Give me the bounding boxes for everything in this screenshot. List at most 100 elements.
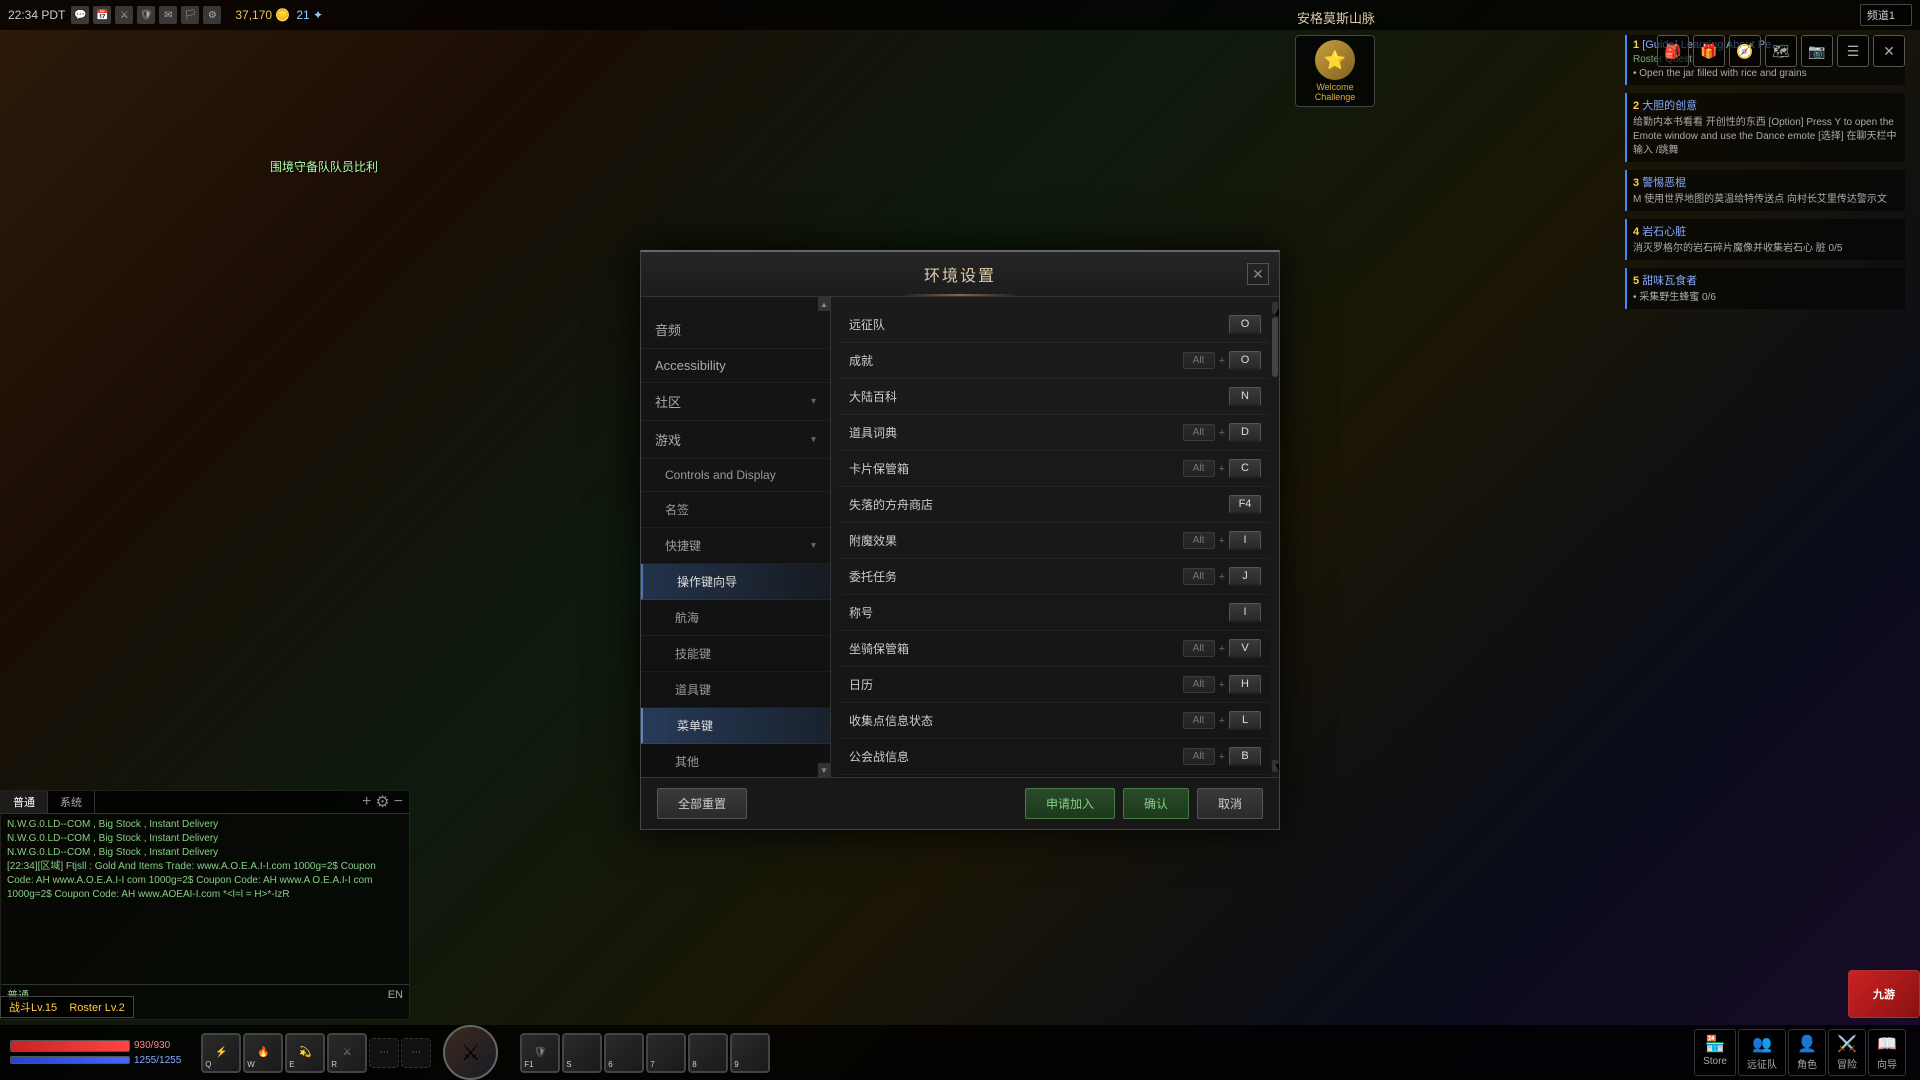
nav-action-guide-label: 操作键向导 bbox=[677, 573, 737, 590]
keybind-collectible: 收集点信息状态 Alt + L bbox=[841, 703, 1269, 739]
nav-skills[interactable]: 技能键 bbox=[641, 636, 830, 672]
confirm-button[interactable]: 确认 bbox=[1123, 788, 1189, 819]
key-alt-comm[interactable]: Alt bbox=[1183, 568, 1215, 585]
nav-accessibility[interactable]: Accessibility bbox=[641, 349, 830, 383]
nav-game[interactable]: 游戏 ▴ bbox=[641, 421, 830, 459]
nav-game-label: 游戏 bbox=[655, 430, 681, 449]
nav-audio[interactable]: 音频 bbox=[641, 311, 830, 349]
keybind-achievement-keys: Alt + O bbox=[1183, 351, 1261, 370]
nav-menu-keys-label: 菜单键 bbox=[677, 717, 713, 734]
keybind-encyclopedia: 大陆百科 N bbox=[841, 379, 1269, 415]
key-I-2[interactable]: I bbox=[1229, 603, 1261, 622]
key-J[interactable]: J bbox=[1229, 567, 1261, 586]
scroll-down-arrow[interactable]: ▼ bbox=[1272, 760, 1278, 772]
key-alt-achievement[interactable]: Alt bbox=[1183, 352, 1215, 369]
nav-sailing-label: 航海 bbox=[675, 609, 699, 626]
key-alt-guild[interactable]: Alt bbox=[1183, 748, 1215, 765]
nav-skills-label: 技能键 bbox=[675, 645, 711, 662]
keybind-calendar-label: 日历 bbox=[849, 676, 1183, 693]
keybind-commission-label: 委托任务 bbox=[849, 568, 1183, 585]
dialog-close-button[interactable]: ✕ bbox=[1247, 263, 1269, 285]
scroll-up-arrow[interactable]: ▲ bbox=[1272, 302, 1278, 314]
keybind-dictionary-keys: Alt + D bbox=[1183, 423, 1261, 442]
settings-dialog: 环境设置 ✕ ▲ 音频 Accessibility 社区 ▾ 游戏 bbox=[640, 250, 1280, 830]
keybind-commission-keys: Alt + J bbox=[1183, 567, 1261, 586]
nav-nameplate[interactable]: 名签 bbox=[641, 492, 830, 528]
keybind-calendar: 日历 Alt + H bbox=[841, 667, 1269, 703]
plus-icon-8: + bbox=[1219, 715, 1225, 727]
nav-items[interactable]: 道具键 bbox=[641, 672, 830, 708]
keybind-title-keys: I bbox=[1229, 603, 1261, 622]
keybind-guild: 公会战信息 Alt + B bbox=[841, 739, 1269, 775]
keybind-collectible-label: 收集点信息状态 bbox=[849, 712, 1183, 729]
plus-icon-7: + bbox=[1219, 679, 1225, 691]
key-D[interactable]: D bbox=[1229, 423, 1261, 442]
sidebar-scroll-up[interactable]: ▲ bbox=[818, 297, 830, 311]
plus-icon-5: + bbox=[1219, 571, 1225, 583]
nav-community[interactable]: 社区 ▾ bbox=[641, 383, 830, 421]
community-chevron-icon: ▾ bbox=[811, 396, 816, 407]
key-O-2[interactable]: O bbox=[1229, 351, 1261, 370]
title-decoration bbox=[900, 294, 1020, 296]
nav-hotkeys[interactable]: 快捷键 ▴ bbox=[641, 528, 830, 564]
key-alt-coll[interactable]: Alt bbox=[1183, 712, 1215, 729]
dialog-title: 环境设置 bbox=[924, 262, 996, 286]
keybind-shop-label: 失落的方舟商店 bbox=[849, 496, 1229, 513]
dialog-sidebar: ▲ 音频 Accessibility 社区 ▾ 游戏 ▴ Controls an… bbox=[641, 297, 831, 777]
reset-all-button[interactable]: 全部重置 bbox=[657, 788, 747, 819]
keybind-collectible-keys: Alt + L bbox=[1183, 711, 1261, 730]
key-alt-enchant[interactable]: Alt bbox=[1183, 532, 1215, 549]
nav-community-label: 社区 bbox=[655, 392, 681, 411]
key-alt-cal[interactable]: Alt bbox=[1183, 676, 1215, 693]
nav-controls-display[interactable]: Controls and Display bbox=[641, 459, 830, 492]
plus-icon-4: + bbox=[1219, 535, 1225, 547]
game-chevron-icon: ▴ bbox=[811, 434, 816, 445]
key-B[interactable]: B bbox=[1229, 747, 1261, 766]
scroll-thumb[interactable] bbox=[1272, 317, 1278, 377]
keybind-find-party: 寻找队伍 ; bbox=[841, 775, 1269, 777]
nav-action-guide[interactable]: 操作键向导 bbox=[641, 564, 830, 600]
keybind-achievement-label: 成就 bbox=[849, 352, 1183, 369]
keybind-guild-label: 公会战信息 bbox=[849, 748, 1183, 765]
keybind-enchant: 附魔效果 Alt + I bbox=[841, 523, 1269, 559]
plus-icon-3: + bbox=[1219, 463, 1225, 475]
keybind-card-label: 卡片保管箱 bbox=[849, 460, 1183, 477]
key-L[interactable]: L bbox=[1229, 711, 1261, 730]
keybind-enchant-keys: Alt + I bbox=[1183, 531, 1261, 550]
plus-icon: + bbox=[1219, 355, 1225, 367]
nav-sailing[interactable]: 航海 bbox=[641, 600, 830, 636]
key-alt-dict[interactable]: Alt bbox=[1183, 424, 1215, 441]
key-alt-card[interactable]: Alt bbox=[1183, 460, 1215, 477]
nav-hotkeys-label: 快捷键 bbox=[665, 537, 701, 554]
plus-icon-9: + bbox=[1219, 751, 1225, 763]
keybind-expedition-keys: O bbox=[1229, 315, 1261, 334]
nav-menu-keys[interactable]: 菜单键 bbox=[641, 708, 830, 744]
nav-items-label: 道具键 bbox=[675, 681, 711, 698]
key-H[interactable]: H bbox=[1229, 675, 1261, 694]
keybind-achievement: 成就 Alt + O bbox=[841, 343, 1269, 379]
key-I[interactable]: I bbox=[1229, 531, 1261, 550]
hotkeys-chevron-icon: ▴ bbox=[811, 540, 816, 551]
dialog-content: ▲ ▼ 远征队 O 成就 Alt + O bbox=[831, 297, 1279, 777]
nav-nameplate-label: 名签 bbox=[665, 501, 689, 518]
key-F4[interactable]: F4 bbox=[1229, 495, 1261, 514]
keybind-enchant-label: 附魔效果 bbox=[849, 532, 1183, 549]
keybind-card-storage: 卡片保管箱 Alt + C bbox=[841, 451, 1269, 487]
nav-other[interactable]: 其他 bbox=[641, 744, 830, 777]
key-C[interactable]: C bbox=[1229, 459, 1261, 478]
keybind-encyclopedia-label: 大陆百科 bbox=[849, 388, 1229, 405]
join-button[interactable]: 申请加入 bbox=[1025, 788, 1115, 819]
content-scrollbar[interactable]: ▲ ▼ bbox=[1271, 297, 1279, 777]
keybind-guild-keys: Alt + B bbox=[1183, 747, 1261, 766]
sidebar-scroll-down[interactable]: ▼ bbox=[818, 763, 830, 777]
plus-icon-6: + bbox=[1219, 643, 1225, 655]
key-O-1[interactable]: O bbox=[1229, 315, 1261, 334]
cancel-button[interactable]: 取消 bbox=[1197, 788, 1263, 819]
key-N[interactable]: N bbox=[1229, 387, 1261, 406]
nav-controls-label: Controls and Display bbox=[665, 468, 776, 482]
nav-accessibility-label: Accessibility bbox=[655, 358, 726, 373]
key-alt-mount[interactable]: Alt bbox=[1183, 640, 1215, 657]
nav-other-label: 其他 bbox=[675, 753, 699, 770]
keybind-dictionary: 道具词典 Alt + D bbox=[841, 415, 1269, 451]
key-V[interactable]: V bbox=[1229, 639, 1261, 658]
